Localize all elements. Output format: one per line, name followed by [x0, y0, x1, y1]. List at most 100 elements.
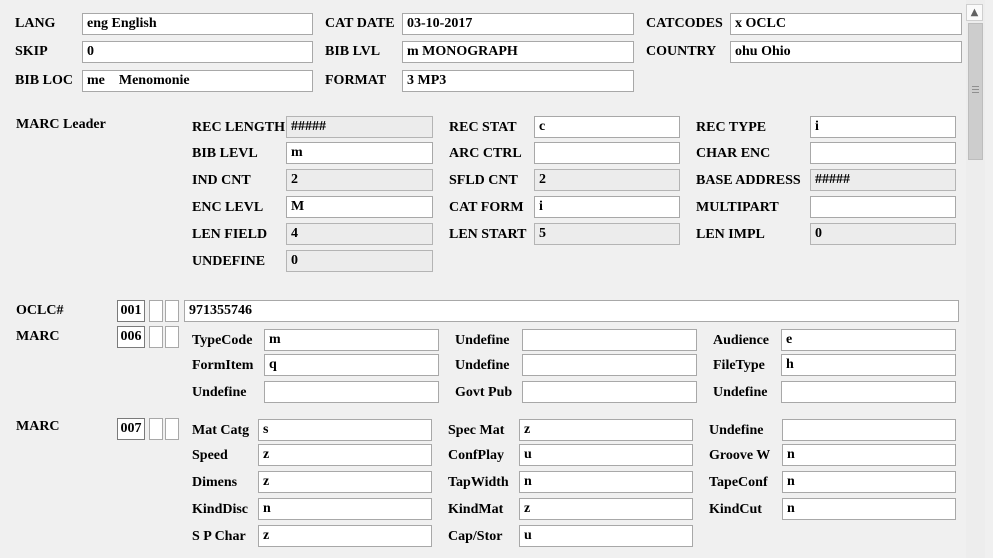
arc-ctrl-label: ARC CTRL — [449, 146, 522, 161]
rec-type-field[interactable]: i — [810, 116, 956, 138]
catcodes-label: CATCODES — [646, 16, 723, 31]
undefine-006a-field[interactable] — [522, 329, 697, 351]
undefine-006b-label: Undefine — [455, 358, 510, 373]
country-field[interactable]: ohu Ohio — [730, 41, 962, 63]
char-enc-field[interactable] — [810, 142, 956, 164]
govt-pub-field[interactable] — [522, 381, 697, 403]
groove-w-label: Groove W — [709, 448, 771, 463]
cap-stor-field[interactable]: u — [519, 525, 693, 547]
confplay-label: ConfPlay — [448, 448, 504, 463]
undefine-006a-label: Undefine — [455, 333, 510, 348]
ind-cnt-label: IND CNT — [192, 173, 251, 188]
sp-char-label: S P Char — [192, 529, 246, 544]
char-enc-label: CHAR ENC — [696, 146, 771, 161]
rec-length-label: REC LENGTH — [192, 120, 285, 135]
marc-006-label: MARC — [16, 329, 60, 344]
sfld-cnt-label: SFLD CNT — [449, 173, 518, 188]
thumb-grip-line — [972, 92, 979, 93]
formitem-field[interactable]: q — [264, 354, 439, 376]
kindcut-field[interactable]: n — [782, 498, 956, 520]
scrollbar-thumb[interactable] — [968, 23, 983, 160]
marc-007-indicator-1[interactable] — [149, 418, 163, 440]
marc-006-tag-field[interactable]: 006 — [117, 326, 145, 348]
marc-006-indicator-1[interactable] — [149, 326, 163, 348]
len-field-label: LEN FIELD — [192, 227, 268, 242]
audience-field[interactable]: e — [781, 329, 956, 351]
ind-cnt-field: 2 — [286, 169, 433, 191]
rec-length-field: ##### — [286, 116, 433, 138]
sp-char-field[interactable]: z — [258, 525, 432, 547]
tapeconf-label: TapeConf — [709, 475, 768, 490]
multipart-label: MULTIPART — [696, 200, 779, 215]
tapeconf-field[interactable]: n — [782, 471, 956, 493]
undefine-006d-field[interactable] — [781, 381, 956, 403]
rec-stat-field[interactable]: c — [534, 116, 680, 138]
oclc-label: OCLC# — [16, 303, 64, 318]
base-address-field: ##### — [810, 169, 956, 191]
rec-stat-label: REC STAT — [449, 120, 517, 135]
cap-stor-label: Cap/Stor — [448, 529, 503, 544]
filetype-field[interactable]: h — [781, 354, 956, 376]
skip-label: SKIP — [15, 44, 48, 59]
arc-ctrl-field[interactable] — [534, 142, 680, 164]
confplay-field[interactable]: u — [519, 444, 693, 466]
lang-field[interactable]: eng English — [82, 13, 313, 35]
spec-mat-label: Spec Mat — [448, 423, 505, 438]
bib-levl-field[interactable]: m — [286, 142, 433, 164]
marc-007-label: MARC — [16, 419, 60, 434]
filetype-label: FileType — [713, 358, 765, 373]
bib-levl-label: BIB LEVL — [192, 146, 258, 161]
len-impl-field: 0 — [810, 223, 956, 245]
undefine-label: UNDEFINE — [192, 254, 266, 269]
govt-pub-label: Govt Pub — [455, 385, 513, 400]
kindcut-label: KindCut — [709, 502, 762, 517]
enc-levl-field[interactable]: M — [286, 196, 433, 218]
rec-type-label: REC TYPE — [696, 120, 767, 135]
speed-field[interactable]: z — [258, 444, 432, 466]
len-field-field: 4 — [286, 223, 433, 245]
speed-label: Speed — [192, 448, 228, 463]
undefine-007-field[interactable] — [782, 419, 956, 441]
len-start-field: 5 — [534, 223, 680, 245]
undefine-006b-field[interactable] — [522, 354, 697, 376]
undefine-field: 0 — [286, 250, 433, 272]
undefine-007-label: Undefine — [709, 423, 764, 438]
formitem-label: FormItem — [192, 358, 254, 373]
kinddisc-field[interactable]: n — [258, 498, 432, 520]
base-address-label: BASE ADDRESS — [696, 173, 801, 188]
vertical-scrollbar[interactable]: ▲ — [966, 0, 985, 558]
tapwidth-field[interactable]: n — [519, 471, 693, 493]
cat-date-label: CAT DATE — [325, 16, 395, 31]
cat-form-label: CAT FORM — [449, 200, 524, 215]
marc-007-indicator-2[interactable] — [165, 418, 179, 440]
bib-lvl-field[interactable]: m MONOGRAPH — [402, 41, 634, 63]
kindmat-field[interactable]: z — [519, 498, 693, 520]
mat-catg-label: Mat Catg — [192, 423, 250, 438]
skip-field[interactable]: 0 — [82, 41, 313, 63]
marc-006-indicator-2[interactable] — [165, 326, 179, 348]
kinddisc-label: KindDisc — [192, 502, 249, 517]
len-start-label: LEN START — [449, 227, 527, 242]
cat-form-field[interactable]: i — [534, 196, 680, 218]
mat-catg-field[interactable]: s — [258, 419, 432, 441]
catcodes-field[interactable]: x OCLC — [730, 13, 962, 35]
format-field[interactable]: 3 MP3 — [402, 70, 634, 92]
oclc-indicator-2[interactable] — [165, 300, 179, 322]
typecode-field[interactable]: m — [264, 329, 439, 351]
groove-w-field[interactable]: n — [782, 444, 956, 466]
multipart-field[interactable] — [810, 196, 956, 218]
audience-label: Audience — [713, 333, 769, 348]
marc-007-tag-field[interactable]: 007 — [117, 418, 145, 440]
bib-loc-field[interactable]: me Menomonie — [82, 70, 313, 92]
undefine-006c-label: Undefine — [192, 385, 247, 400]
dimens-field[interactable]: z — [258, 471, 432, 493]
oclc-indicator-1[interactable] — [149, 300, 163, 322]
oclc-tag-field[interactable]: 001 — [117, 300, 145, 322]
arrow-up-icon[interactable]: ▲ — [966, 4, 983, 21]
oclc-number-field[interactable]: 971355746 — [184, 300, 959, 322]
thumb-grip-line — [972, 89, 979, 90]
len-impl-label: LEN IMPL — [696, 227, 765, 242]
cat-date-field[interactable]: 03-10-2017 — [402, 13, 634, 35]
spec-mat-field[interactable]: z — [519, 419, 693, 441]
undefine-006c-field[interactable] — [264, 381, 439, 403]
